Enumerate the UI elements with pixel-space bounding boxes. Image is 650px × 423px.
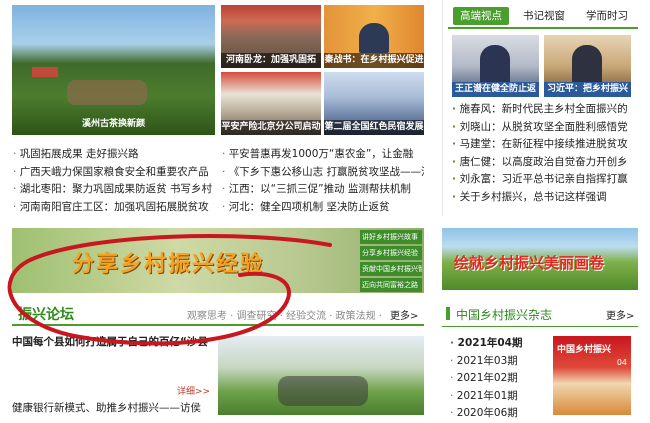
list-item[interactable]: 江西：以“三抓三促”推动 监测帮扶机制: [222, 181, 424, 199]
photo-2-caption: 秦战书：在乡村振兴促进: [324, 53, 424, 68]
beautiful-countryside-banner[interactable]: 绘就乡村振兴美丽画卷: [442, 228, 638, 290]
tab-study[interactable]: 学而时习: [586, 7, 628, 25]
right-photo-2[interactable]: 习近平：把乡村振兴: [544, 35, 631, 97]
tab-high-view[interactable]: 高端视点: [453, 7, 509, 25]
main-photo-caption: 溪州古茶换新颜: [81, 119, 145, 129]
list-item[interactable]: 平安普惠再发1000万“惠农金”，让金融: [222, 146, 424, 164]
list-item[interactable]: 巩固拓展成果 走好振兴路: [13, 146, 218, 164]
photo-2[interactable]: 秦战书：在乡村振兴促进: [324, 5, 424, 68]
main-photo[interactable]: 溪州古茶换新颜: [12, 5, 215, 135]
list-item[interactable]: 湖北枣阳：聚力巩固成果防返贫 书写乡村: [13, 181, 218, 199]
photo-4[interactable]: 第二届全国红色民宿发展: [324, 72, 424, 135]
tab-secretary-window[interactable]: 书记视窗: [523, 7, 565, 25]
photo-1[interactable]: 河南卧龙：加强巩固拓: [221, 5, 321, 68]
right-banner-title: 绘就乡村振兴美丽画卷: [454, 254, 605, 272]
photo-3[interactable]: 平安产险北京分公司启动: [221, 72, 321, 135]
photo-people: [67, 80, 147, 105]
forum-bottom-item[interactable]: 健康银行新模式、助推乡村振兴——访侯: [12, 400, 217, 415]
tab-underline: [448, 27, 638, 29]
list-item[interactable]: 广西天峨力保国家粮食安全和重要农产品: [13, 164, 218, 182]
photo-red-tent: [32, 67, 58, 77]
forum-photo-people: [278, 376, 368, 406]
middle-news-list: 平安普惠再发1000万“惠农金”，让金融 《下乡下惠公移山志 打赢脱贫攻坚战——…: [222, 146, 424, 216]
right-news-list: 施春风：新时代民主乡村全面振兴的 刘晓山：从脱贫攻坚全面胜利感悟党 马建堂：在新…: [452, 101, 638, 206]
issue-item[interactable]: 2021年04期: [450, 335, 545, 353]
right-photo-1[interactable]: 王正谱在健全防止返: [452, 35, 539, 97]
magazine-divider: [442, 326, 638, 327]
right-photo-1-caption: 王正谱在健全防止返: [452, 82, 539, 97]
list-item[interactable]: 关于乡村振兴，总书记这样强调: [452, 189, 638, 207]
right-photo-2-person: [572, 45, 602, 85]
magazine-more-link[interactable]: 更多>: [606, 307, 634, 322]
list-item[interactable]: 施春风：新时代民主乡村全面振兴的: [452, 101, 638, 119]
left-news-list: 巩固拓展成果 走好振兴路 广西天峨力保国家粮食安全和重要农产品 湖北枣阳：聚力巩…: [13, 146, 218, 216]
list-item[interactable]: 河北：健全四项机制 坚决防止返贫: [222, 199, 424, 217]
issue-item[interactable]: 2021年01期: [450, 388, 545, 406]
magazine-title[interactable]: 中国乡村振兴杂志: [456, 306, 552, 323]
issue-item[interactable]: 2021年02期: [450, 370, 545, 388]
list-item[interactable]: 唐仁健：以高度政治自觉奋力开创乡: [452, 154, 638, 172]
photo-4-caption: 第二届全国红色民宿发展: [324, 120, 424, 135]
photo-1-caption: 河南卧龙：加强巩固拓: [221, 53, 321, 68]
list-item[interactable]: 马建堂：在新征程中接续推进脱贫攻: [452, 136, 638, 154]
magazine-cover[interactable]: 中国乡村振兴 04: [553, 336, 631, 415]
list-item[interactable]: 刘永富：习近平总书记亲自指挥打赢: [452, 171, 638, 189]
photo-3-caption: 平安产险北京分公司启动: [221, 120, 321, 135]
list-item[interactable]: 刘晓山：从脱贫攻坚全面胜利感悟党: [452, 119, 638, 137]
magazine-icon: [446, 307, 450, 320]
magazine-cover-issue: 04: [616, 358, 627, 367]
right-photo-2-caption: 习近平：把乡村振兴: [544, 82, 631, 97]
magazine-issue-list: 2021年04期 2021年03期 2021年02期 2021年01期 2020…: [450, 335, 545, 423]
issue-item[interactable]: 2021年03期: [450, 353, 545, 371]
issue-item[interactable]: 2020年06期: [450, 405, 545, 423]
photo-2-speaker: [359, 23, 389, 53]
right-photo-1-person: [480, 45, 510, 85]
magazine-cover-title: 中国乡村振兴: [557, 345, 612, 355]
list-item[interactable]: 河南南阳官庄工区：加强巩固拓展脱贫攻: [13, 199, 218, 217]
forum-detail-link[interactable]: 详细>>: [177, 384, 210, 397]
list-item[interactable]: 《下乡下惠公移山志 打赢脱贫攻坚战——河: [222, 164, 424, 182]
annotation-ellipse: [7, 234, 332, 346]
